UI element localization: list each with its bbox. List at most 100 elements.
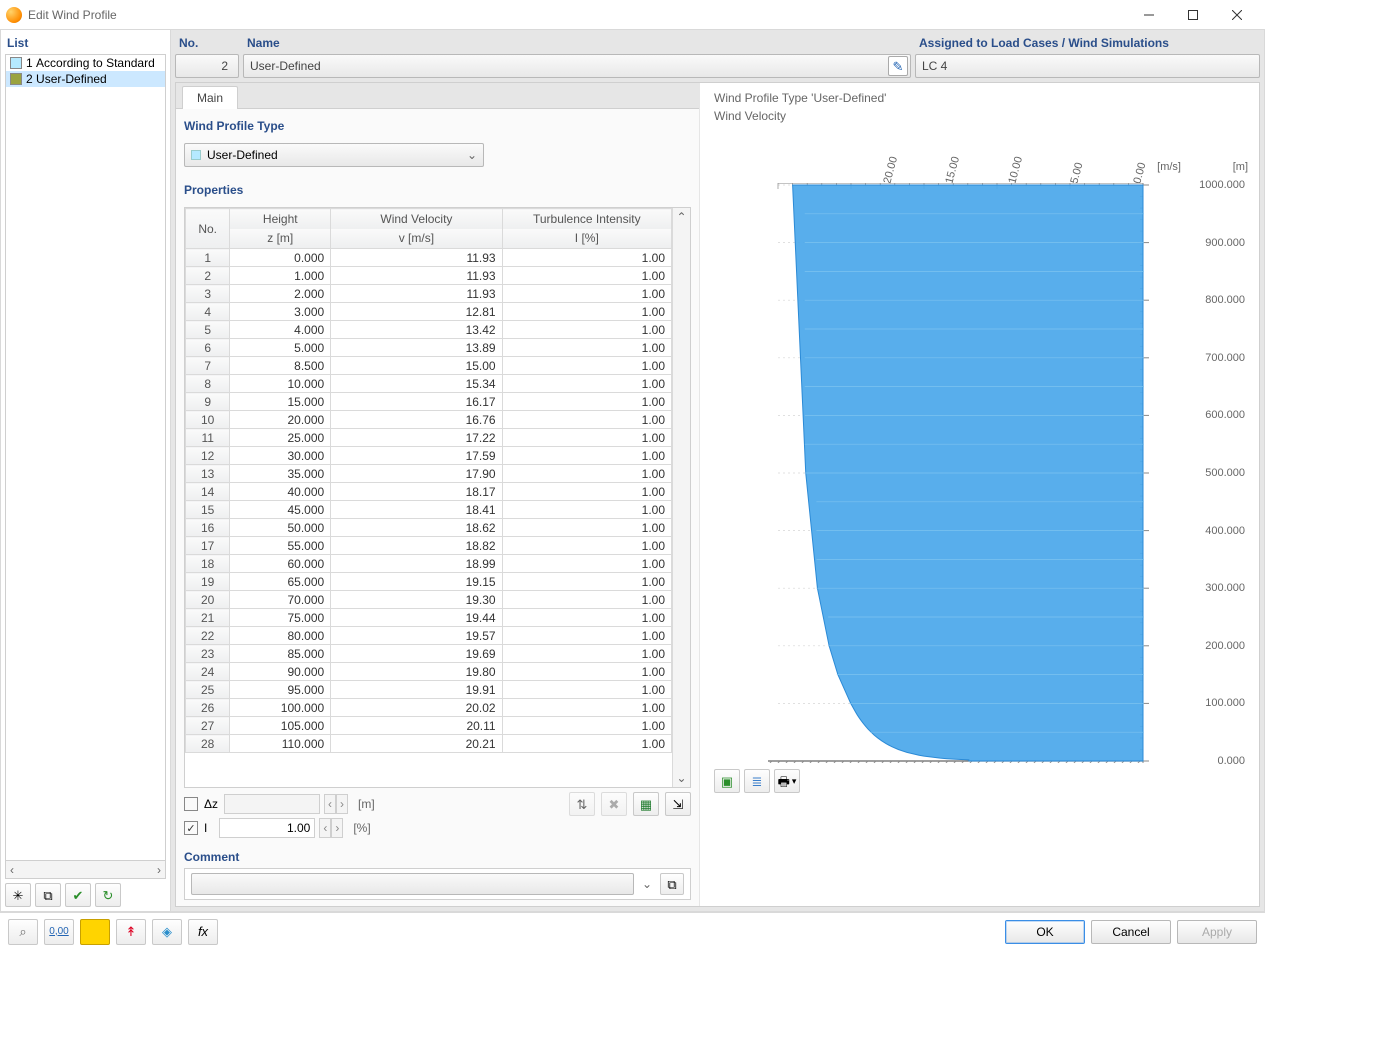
cell-intensity[interactable]: 1.00 <box>502 537 671 555</box>
table-row[interactable]: 14 40.000 18.17 1.00 <box>186 483 672 501</box>
apply-button[interactable]: Apply <box>1177 920 1257 944</box>
cell-velocity[interactable]: 19.57 <box>331 627 502 645</box>
cell-intensity[interactable]: 1.00 <box>502 609 671 627</box>
cell-velocity[interactable]: 20.11 <box>331 717 502 735</box>
cell-intensity[interactable]: 1.00 <box>502 285 671 303</box>
col-header-no[interactable]: No. <box>186 209 230 249</box>
cell-height[interactable]: 5.000 <box>230 339 331 357</box>
axes-button[interactable]: ↟ <box>116 919 146 945</box>
cell-height[interactable]: 8.500 <box>230 357 331 375</box>
cell-intensity[interactable]: 1.00 <box>502 249 671 267</box>
cell-velocity[interactable]: 11.93 <box>331 285 502 303</box>
table-row[interactable]: 25 95.000 19.91 1.00 <box>186 681 672 699</box>
cell-intensity[interactable]: 1.00 <box>502 375 671 393</box>
cell-intensity[interactable]: 1.00 <box>502 681 671 699</box>
sort-button[interactable]: ⇅ <box>569 792 595 816</box>
cell-velocity[interactable]: 16.17 <box>331 393 502 411</box>
maximize-button[interactable] <box>1171 1 1215 29</box>
cell-height[interactable]: 80.000 <box>230 627 331 645</box>
name-edit-button[interactable]: ✎ <box>888 56 908 76</box>
table-row[interactable]: 2 1.000 11.93 1.00 <box>186 267 672 285</box>
cell-intensity[interactable]: 1.00 <box>502 465 671 483</box>
cell-intensity[interactable]: 1.00 <box>502 699 671 717</box>
cell-velocity[interactable]: 20.02 <box>331 699 502 717</box>
chart-print-button[interactable]: 🖶▾ <box>774 769 800 793</box>
col-header-velocity[interactable]: Wind Velocity <box>331 209 502 229</box>
cell-height[interactable]: 60.000 <box>230 555 331 573</box>
table-row[interactable]: 28 110.000 20.21 1.00 <box>186 735 672 753</box>
table-row[interactable]: 21 75.000 19.44 1.00 <box>186 609 672 627</box>
check-all-button[interactable]: ✔ <box>65 883 91 907</box>
cell-velocity[interactable]: 20.21 <box>331 735 502 753</box>
cell-height[interactable]: 110.000 <box>230 735 331 753</box>
cell-velocity[interactable]: 11.93 <box>331 267 502 285</box>
cell-height[interactable]: 90.000 <box>230 663 331 681</box>
cell-intensity[interactable]: 1.00 <box>502 339 671 357</box>
cell-intensity[interactable]: 1.00 <box>502 555 671 573</box>
properties-table[interactable]: No. Height Wind Velocity Turbulence Inte… <box>185 208 672 753</box>
table-row[interactable]: 20 70.000 19.30 1.00 <box>186 591 672 609</box>
cancel-button[interactable]: Cancel <box>1091 920 1171 944</box>
cell-velocity[interactable]: 18.41 <box>331 501 502 519</box>
cell-intensity[interactable]: 1.00 <box>502 303 671 321</box>
cell-velocity[interactable]: 17.90 <box>331 465 502 483</box>
cell-velocity[interactable]: 16.76 <box>331 411 502 429</box>
cell-intensity[interactable]: 1.00 <box>502 501 671 519</box>
table-row[interactable]: 16 50.000 18.62 1.00 <box>186 519 672 537</box>
cell-height[interactable]: 35.000 <box>230 465 331 483</box>
cell-velocity[interactable]: 19.80 <box>331 663 502 681</box>
table-row[interactable]: 10 20.000 16.76 1.00 <box>186 411 672 429</box>
cell-height[interactable]: 1.000 <box>230 267 331 285</box>
list-item[interactable]: 1 According to Standard <box>6 55 165 71</box>
cell-height[interactable]: 30.000 <box>230 447 331 465</box>
cell-height[interactable]: 4.000 <box>230 321 331 339</box>
cell-height[interactable]: 75.000 <box>230 609 331 627</box>
close-button[interactable] <box>1215 1 1259 29</box>
cell-intensity[interactable]: 1.00 <box>502 411 671 429</box>
table-row[interactable]: 27 105.000 20.11 1.00 <box>186 717 672 735</box>
view-button[interactable]: ◈ <box>152 919 182 945</box>
excel-export-button[interactable]: ▦ <box>633 792 659 816</box>
cell-intensity[interactable]: 1.00 <box>502 735 671 753</box>
cell-velocity[interactable]: 18.99 <box>331 555 502 573</box>
dz-spin[interactable]: ‹› <box>324 794 348 814</box>
minimize-button[interactable] <box>1127 1 1171 29</box>
cell-height[interactable]: 3.000 <box>230 303 331 321</box>
cell-intensity[interactable]: 1.00 <box>502 645 671 663</box>
cell-height[interactable]: 65.000 <box>230 573 331 591</box>
wind-profile-type-select[interactable]: User-Defined ⌄ <box>184 143 484 167</box>
table-row[interactable]: 19 65.000 19.15 1.00 <box>186 573 672 591</box>
cell-height[interactable]: 20.000 <box>230 411 331 429</box>
table-row[interactable]: 6 5.000 13.89 1.00 <box>186 339 672 357</box>
cell-velocity[interactable]: 17.22 <box>331 429 502 447</box>
comment-copy-button[interactable]: ⧉ <box>660 873 684 895</box>
cell-velocity[interactable]: 19.91 <box>331 681 502 699</box>
units-button[interactable]: 0,00 <box>44 919 74 945</box>
color-button[interactable] <box>80 919 110 945</box>
cell-intensity[interactable]: 1.00 <box>502 321 671 339</box>
table-row[interactable]: 8 10.000 15.34 1.00 <box>186 375 672 393</box>
table-row[interactable]: 22 80.000 19.57 1.00 <box>186 627 672 645</box>
table-row[interactable]: 12 30.000 17.59 1.00 <box>186 447 672 465</box>
table-row[interactable]: 17 55.000 18.82 1.00 <box>186 537 672 555</box>
cell-intensity[interactable]: 1.00 <box>502 573 671 591</box>
fx-button[interactable]: fx <box>188 919 218 945</box>
cell-height[interactable]: 55.000 <box>230 537 331 555</box>
table-row[interactable]: 9 15.000 16.17 1.00 <box>186 393 672 411</box>
table-row[interactable]: 15 45.000 18.41 1.00 <box>186 501 672 519</box>
ok-button[interactable]: OK <box>1005 920 1085 944</box>
cell-intensity[interactable]: 1.00 <box>502 663 671 681</box>
table-row[interactable]: 24 90.000 19.80 1.00 <box>186 663 672 681</box>
cell-intensity[interactable]: 1.00 <box>502 267 671 285</box>
table-row[interactable]: 1 0.000 11.93 1.00 <box>186 249 672 267</box>
help-button[interactable]: ⌕ <box>8 919 38 945</box>
chart-image-button[interactable]: ▣ <box>714 769 740 793</box>
cell-velocity[interactable]: 15.34 <box>331 375 502 393</box>
col-header-height[interactable]: Height <box>230 209 331 229</box>
delete-button[interactable]: ✖ <box>601 792 627 816</box>
cell-height[interactable]: 95.000 <box>230 681 331 699</box>
col-header-intensity[interactable]: Turbulence Intensity <box>502 209 671 229</box>
comment-dropdown[interactable]: ⌄ <box>638 877 656 891</box>
cell-height[interactable]: 25.000 <box>230 429 331 447</box>
cell-intensity[interactable]: 1.00 <box>502 627 671 645</box>
